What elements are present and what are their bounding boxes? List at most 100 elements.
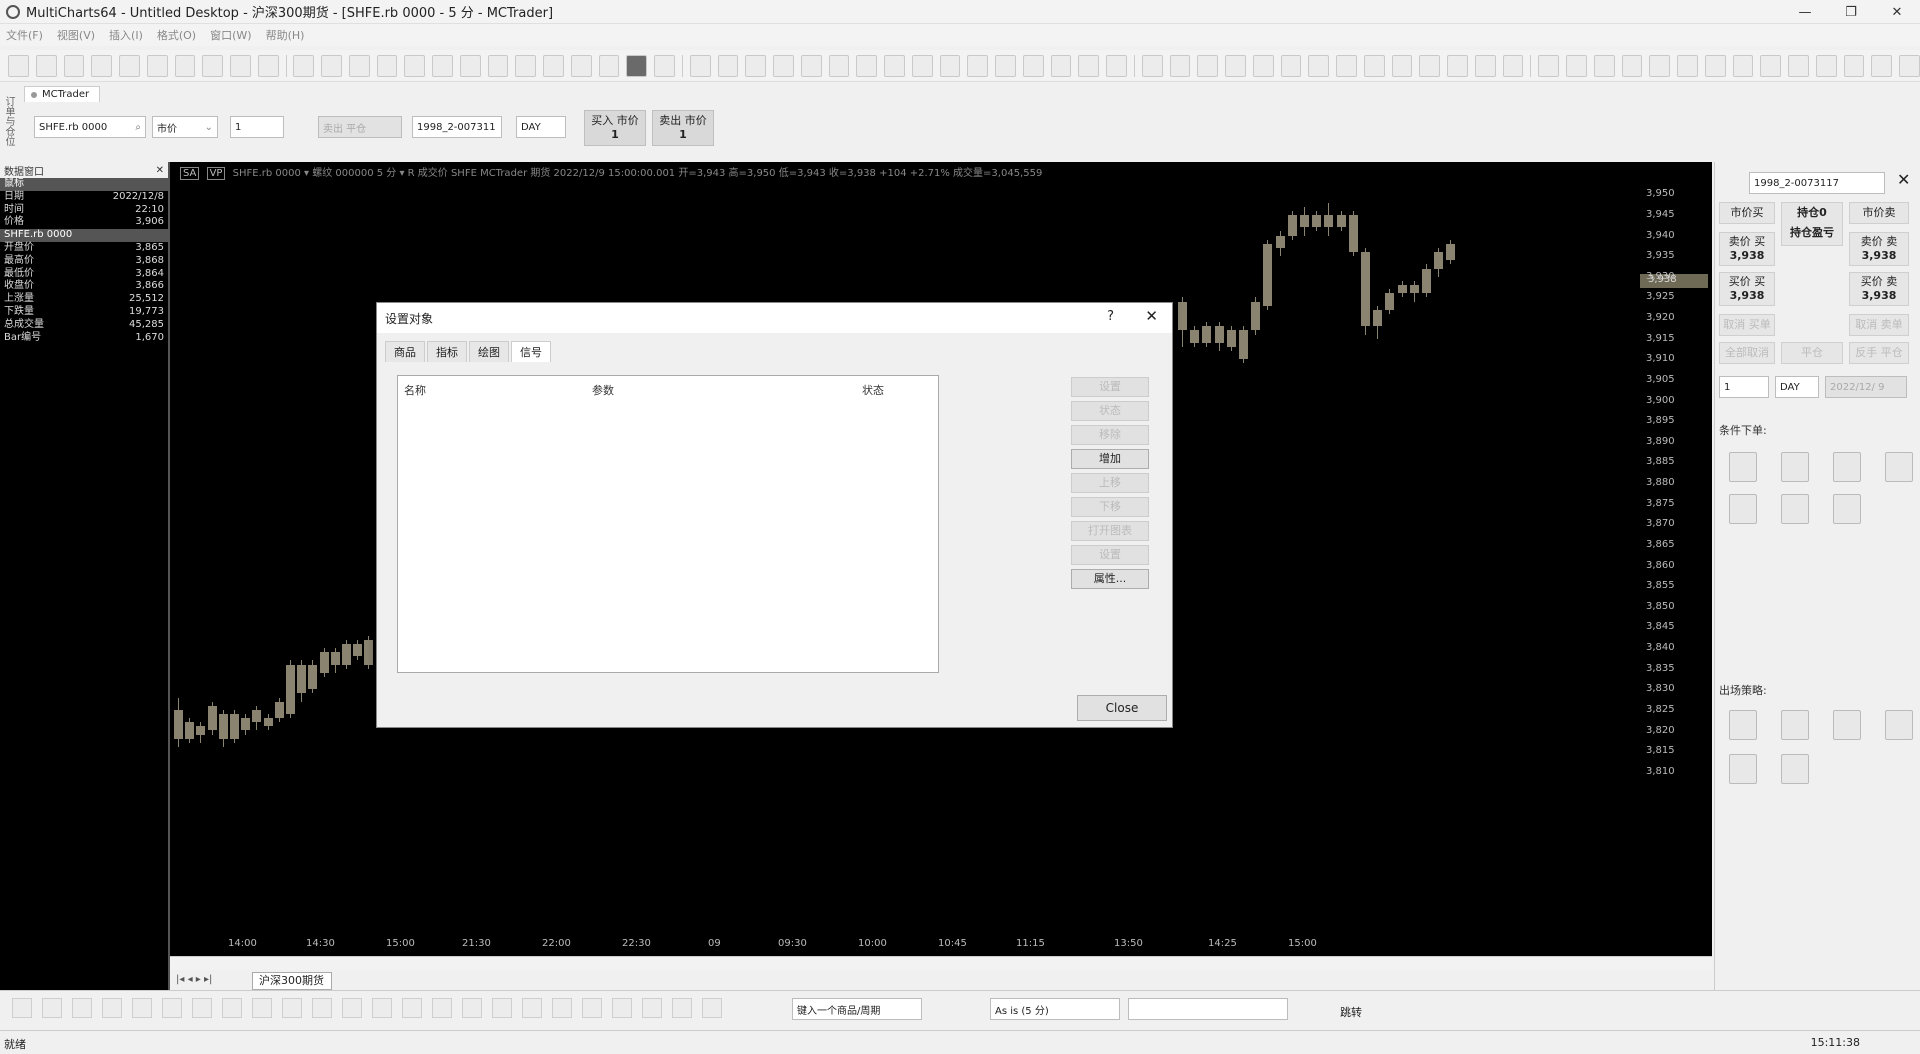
toolbar-tool-icon[interactable] [1760,54,1781,77]
toolbar-tool-icon[interactable] [1363,54,1385,77]
toolbar-tool-icon[interactable] [1169,54,1191,77]
account-select[interactable]: 1998_2-007311 [412,116,502,138]
toolbar-tool-icon[interactable] [689,54,711,77]
toolbar-tool-icon[interactable] [1252,54,1274,77]
toolbar-tool-icon[interactable] [1788,54,1809,77]
toolbar-tool-icon[interactable] [146,54,168,77]
column-params[interactable]: 参数 [592,382,614,398]
open-chart-button[interactable]: 打开图表 [1071,521,1149,541]
panel-tif-select[interactable]: DAY [1775,376,1819,398]
toolbar-tool-icon[interactable] [800,54,822,77]
cancel-all-button[interactable]: 全部取消 [1719,342,1775,364]
toolbar-tool-icon[interactable] [1280,54,1302,77]
toolbar-tool-icon[interactable] [1538,54,1559,77]
menu-insert[interactable]: 插入(I) [109,27,143,43]
exit-strategy-icon-4[interactable] [1885,710,1913,740]
close-icon[interactable]: ✕ [156,165,164,176]
help-button[interactable]: ? [1107,309,1114,324]
exit-strategy-icon-3[interactable] [1833,710,1861,740]
drawing-tool-icon[interactable] [582,997,602,1018]
toolbar-tool-icon[interactable] [293,54,315,77]
menu-format[interactable]: 格式(O) [157,27,196,43]
menu-view[interactable]: 视图(V) [57,27,95,43]
toolbar-tool-icon[interactable] [119,54,140,77]
toolbar-tool-icon[interactable] [376,54,398,77]
sheet-nav-icons[interactable]: |◂ ◂ ▸ ▸| [176,974,212,985]
market-sell-button[interactable]: 市价卖 [1849,202,1909,224]
toolbar-tool-icon[interactable] [1225,54,1246,77]
toolbar-tool-icon[interactable] [1447,54,1468,77]
exit-strategy-icon-6[interactable] [1781,754,1809,784]
conditional-order-icon-3[interactable] [1833,494,1861,524]
panel-date-select[interactable]: 2022/12/ 9 [1825,376,1907,398]
toolbar-tool-icon[interactable] [939,54,961,77]
symbol-input[interactable]: SHFE.rb 0000 ⌕ [34,116,146,138]
drawing-tool-icon[interactable] [282,997,302,1018]
vp-badge[interactable]: VP [206,167,226,180]
toolbar-tool-icon[interactable] [432,54,453,77]
close-button[interactable]: Close [1077,695,1167,721]
toolbar-tool-icon[interactable] [884,54,905,77]
menu-help[interactable]: 帮助(H) [266,27,305,43]
toolbar-tool-icon[interactable] [1871,54,1892,77]
flatten-button[interactable]: 平仓 [1781,342,1843,364]
bid-buy-button[interactable]: 买价 买 3,938 [1719,272,1775,306]
toolbar-tool-icon[interactable] [1141,54,1163,77]
sell-market-button[interactable]: 卖出 市价 1 [652,110,714,146]
menu-file[interactable]: 文件(F) [6,27,43,43]
toolbar-tool-icon[interactable] [1419,54,1441,77]
close-window-button[interactable]: ✕ [1874,0,1920,24]
toolbar-tool-icon[interactable] [598,54,620,77]
toolbar-tool-icon[interactable] [174,54,196,77]
toolbar-tool-icon[interactable] [1843,54,1865,77]
toolbar-tool-icon[interactable] [321,54,342,77]
exit-strategy-icon-5[interactable] [1729,754,1757,784]
toolbar-tool-icon[interactable] [91,54,112,77]
toolbar-tool-icon[interactable] [745,54,767,77]
maximize-button[interactable]: ❐ [1828,0,1874,24]
status-button[interactable]: 状态 [1071,401,1149,421]
toolbar-tool-icon[interactable] [911,54,933,77]
drawing-tool-icon[interactable] [162,997,182,1018]
mctrader-tab[interactable]: MCTrader [24,86,100,102]
tab-symbol[interactable]: 商品 [385,341,425,362]
properties-button[interactable]: 属性... [1071,569,1149,589]
drawing-tool-icon[interactable] [672,997,692,1018]
chart-horizontal-scrollbar[interactable] [170,956,1712,970]
toolbar-tool-icon[interactable] [1050,54,1072,77]
sheet-tab[interactable]: 沪深300期货 [252,972,332,990]
order-type-select[interactable]: 市价 ⌄ [152,116,218,138]
toolbar-tool-icon[interactable] [1474,54,1496,77]
drawing-tool-icon[interactable] [492,997,512,1018]
toolbar-tool-icon[interactable] [1566,54,1587,77]
cancel-sell-button[interactable]: 取消 卖单 [1849,314,1909,336]
fade-order-icon[interactable] [1729,494,1757,524]
toolbar-tool-icon[interactable] [1704,54,1726,77]
drawing-tool-icon[interactable] [12,997,32,1018]
symbol-resolution-input[interactable]: 键入一个商品/周期 [792,998,922,1020]
ask-buy-button[interactable]: 卖价 买 3,938 [1719,232,1775,266]
position-button[interactable]: 持仓0 持仓盈亏 [1781,202,1843,246]
quantity-stepper[interactable]: 1 [230,116,284,138]
toolbar-tool-icon[interactable] [543,54,564,77]
conditional-order-icon-2[interactable] [1781,494,1809,524]
toolbar-tool-icon[interactable] [1022,54,1044,77]
stop-limit-order-icon[interactable] [1833,452,1861,482]
sa-badge[interactable]: SA [180,167,200,180]
toolbar-tool-icon[interactable] [1391,54,1413,77]
toolbar-tool-icon[interactable] [348,54,370,77]
close-icon[interactable]: ✕ [1897,170,1910,189]
minimize-button[interactable]: — [1782,0,1828,24]
toolbar-tool-icon[interactable] [1649,54,1670,77]
cancel-buy-button[interactable]: 取消 买单 [1719,314,1775,336]
toolbar-tool-icon[interactable] [773,54,794,77]
drawing-tool-icon[interactable] [312,997,332,1018]
drawing-tool-icon[interactable] [552,997,572,1018]
drawing-tool-icon[interactable] [42,997,62,1018]
toolbar-tool-icon[interactable] [202,54,223,77]
toolbar-tool-icon[interactable] [1197,54,1219,77]
toolbar-tool-icon[interactable] [1593,54,1615,77]
signals-list[interactable]: 名称 参数 状态 [397,375,939,673]
toolbar-tool-icon[interactable] [1308,54,1330,77]
toolbar-tool-icon[interactable] [404,54,426,77]
